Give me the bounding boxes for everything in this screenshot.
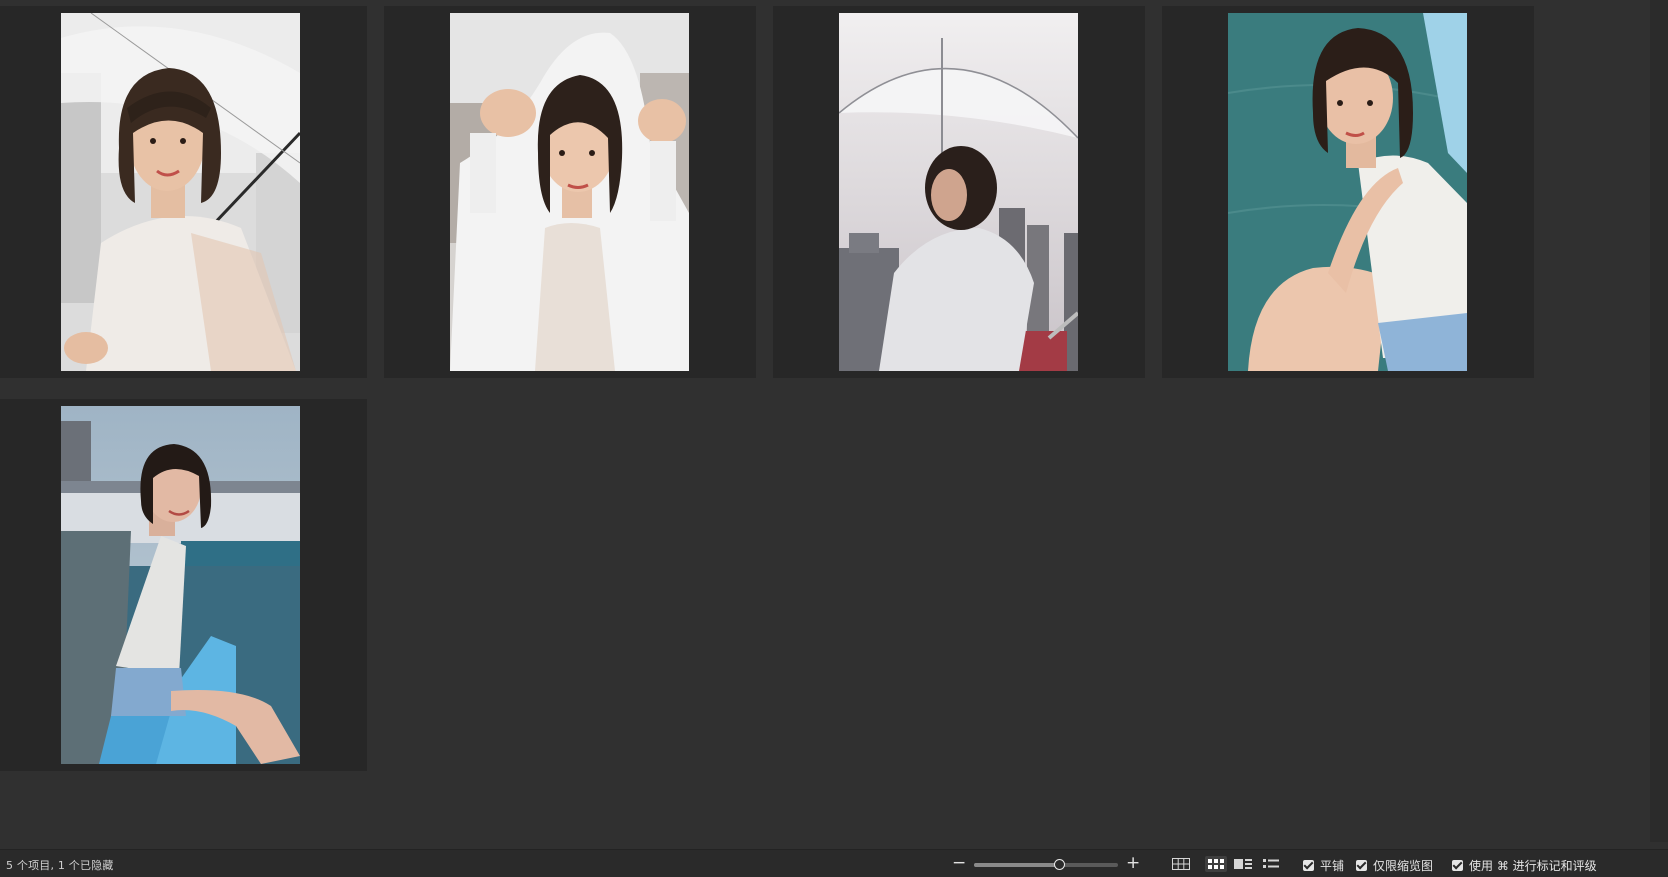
thumbnails-only-checkbox-label: 仅限缩览图 <box>1373 859 1434 873</box>
thumbnail-cell-2[interactable] <box>384 6 756 378</box>
checkbox-checked-icon <box>1303 860 1314 871</box>
list-view-icon[interactable] <box>1260 856 1282 872</box>
checkbox-checked-icon <box>1356 860 1367 871</box>
zoom-out-button[interactable]: − <box>952 853 966 873</box>
grid-view-small-icon[interactable] <box>1205 856 1227 872</box>
thumbnail-grid <box>0 0 1668 842</box>
thumbnail-photo-3[interactable] <box>839 13 1078 371</box>
thumbnails-only-checkbox[interactable]: 仅限缩览图 <box>1356 857 1433 874</box>
zoom-in-button[interactable]: + <box>1126 853 1140 873</box>
thumbnail-photo-2[interactable] <box>450 13 689 371</box>
tile-checkbox[interactable]: 平铺 <box>1303 857 1344 874</box>
checkbox-checked-icon <box>1452 860 1463 871</box>
thumbnail-cell-5[interactable] <box>0 399 367 771</box>
use-cmd-marking-checkbox-label: 使用 ⌘ 进行标记和评级 <box>1469 859 1597 873</box>
tile-checkbox-label: 平铺 <box>1320 859 1345 873</box>
grid-view-large-icon[interactable] <box>1170 856 1192 872</box>
zoom-slider[interactable] <box>974 859 1118 870</box>
thumbnail-photo-4[interactable] <box>1228 13 1467 371</box>
photo-browser-window: 5 个项目, 1 个已隐藏 − + 平铺 仅限缩览图 使用 ⌘ 进行标记和评级 <box>0 0 1668 877</box>
thumbnail-cell-3[interactable] <box>773 6 1145 378</box>
thumbnail-cell-1[interactable] <box>0 6 367 378</box>
use-cmd-marking-checkbox[interactable]: 使用 ⌘ 进行标记和评级 <box>1452 857 1597 874</box>
zoom-slider-knob[interactable] <box>1054 859 1066 870</box>
item-count-status: 5 个项目, 1 个已隐藏 <box>6 859 114 872</box>
detail-view-icon[interactable] <box>1232 856 1254 872</box>
thumbnail-photo-5[interactable] <box>61 406 300 764</box>
thumbnail-cell-4[interactable] <box>1162 6 1534 378</box>
status-bar: 5 个项目, 1 个已隐藏 − + 平铺 仅限缩览图 使用 ⌘ 进行标记和评级 <box>0 849 1668 877</box>
zoom-slider-fill <box>974 863 1061 867</box>
thumbnail-photo-1[interactable] <box>61 13 300 371</box>
vertical-scrollbar[interactable] <box>1650 0 1668 842</box>
